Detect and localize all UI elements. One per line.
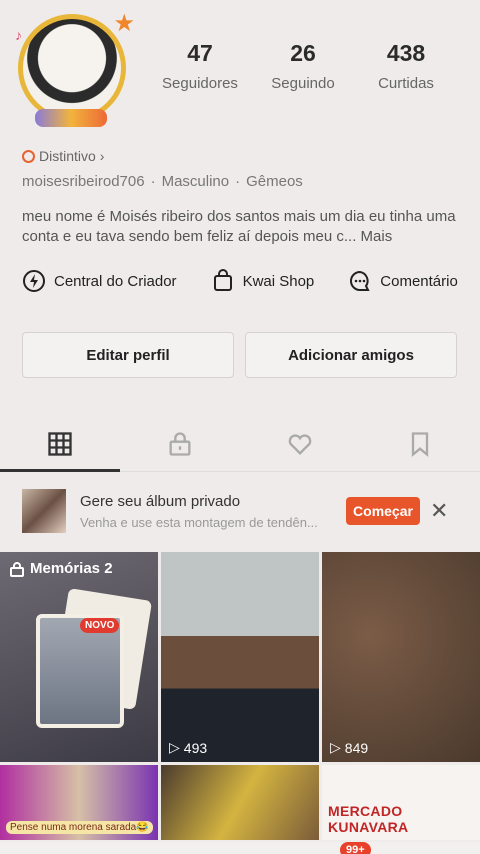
profile-tabs [0, 414, 480, 472]
profile-meta: moisesribeirod706 · Masculino · Gêmeos [22, 173, 303, 190]
video-thumbnail[interactable] [161, 765, 319, 840]
video-thumbnail[interactable]: Pense numa morena sarada😂 [0, 765, 158, 840]
play-icon: ▷ [330, 739, 341, 755]
bottom-navigation [0, 842, 480, 854]
badge-label: Distintivo [39, 148, 96, 164]
creator-center-button[interactable]: Central do Criador [22, 269, 177, 293]
start-button[interactable]: Começar [346, 497, 420, 525]
followers-count: 47 [187, 40, 213, 66]
edit-profile-button[interactable]: Editar perfil [22, 332, 234, 378]
music-note-icon: ♪ [15, 27, 22, 43]
private-album-promo: Gere seu álbum privado Venha e use esta … [0, 484, 480, 540]
play-icon: ▷ [169, 739, 180, 755]
add-friends-button[interactable]: Adicionar amigos [245, 332, 457, 378]
memories-tile[interactable]: Memórias 2 NOVO [0, 552, 158, 762]
notification-badge[interactable]: 99+ [340, 842, 371, 854]
likes-label: Curtidas [378, 75, 434, 92]
comments-button[interactable]: Comentário [348, 269, 458, 293]
zodiac-sign: Gêmeos [246, 173, 303, 190]
kwai-shop-label: Kwai Shop [242, 272, 315, 290]
bookmark-icon[interactable] [406, 430, 434, 458]
chevron-right-icon: › [99, 148, 105, 164]
lock-icon [10, 561, 24, 577]
avatar-frame [35, 109, 107, 127]
heart-icon[interactable] [286, 430, 314, 458]
video-thumbnail[interactable]: MERCADO KUNAVARA [322, 765, 480, 840]
following-label: Seguindo [271, 75, 335, 92]
promo-subtitle: Venha e use esta montagem de tendên... [80, 515, 318, 530]
username: moisesribeirod706 [22, 173, 145, 190]
view-count-value: 493 [183, 739, 208, 756]
separator-dot: · [150, 173, 156, 190]
badge-icon [22, 149, 35, 163]
memories-title: Memórias 2 [10, 560, 113, 577]
creator-tools: Central do Criador Kwai Shop Comentário [22, 269, 480, 293]
video-thumbnail[interactable]: ▷ 493 [161, 552, 319, 762]
close-icon[interactable]: ✕ [430, 498, 448, 524]
shopping-bag-icon [213, 269, 232, 291]
star-icon: ★ [113, 10, 135, 37]
view-count: ▷ 849 [330, 739, 368, 756]
following-stat[interactable]: 26 Seguindo [258, 40, 348, 92]
followers-label: Seguidores [162, 75, 238, 92]
grid-icon[interactable] [46, 430, 74, 458]
video-thumbnail[interactable]: ▷ 849 [322, 552, 480, 762]
promo-thumbnail [22, 489, 66, 533]
comment-icon [350, 270, 370, 291]
video-caption: MERCADO KUNAVARA [328, 803, 409, 835]
likes-count: 438 [386, 40, 426, 66]
tab-active-indicator [0, 469, 120, 472]
view-count-value: 849 [344, 739, 369, 756]
promo-title: Gere seu álbum privado [80, 493, 241, 510]
lock-icon[interactable] [166, 430, 194, 458]
video-caption: Pense numa morena sarada😂 [6, 821, 153, 834]
followers-stat[interactable]: 47 Seguidores [155, 40, 245, 92]
view-count: ▷ 493 [169, 739, 207, 756]
new-badge: NOVO [80, 618, 120, 633]
lightning-icon [23, 270, 45, 292]
separator-dot: · [235, 173, 241, 190]
bio-more-link[interactable]: Mais [361, 228, 393, 245]
memories-label: Memórias 2 [30, 560, 113, 577]
avatar[interactable]: ♪ ★ [15, 10, 135, 127]
badge-link[interactable]: Distintivo › [22, 148, 104, 164]
gender: Masculino [161, 173, 230, 190]
comments-label: Comentário [380, 272, 458, 290]
kwai-shop-button[interactable]: Kwai Shop [211, 269, 315, 293]
likes-stat[interactable]: 438 Curtidas [361, 40, 451, 92]
bio: meu nome é Moisés ribeiro dos santos mai… [22, 207, 462, 247]
creator-center-label: Central do Criador [54, 272, 177, 290]
following-count: 26 [290, 40, 316, 66]
